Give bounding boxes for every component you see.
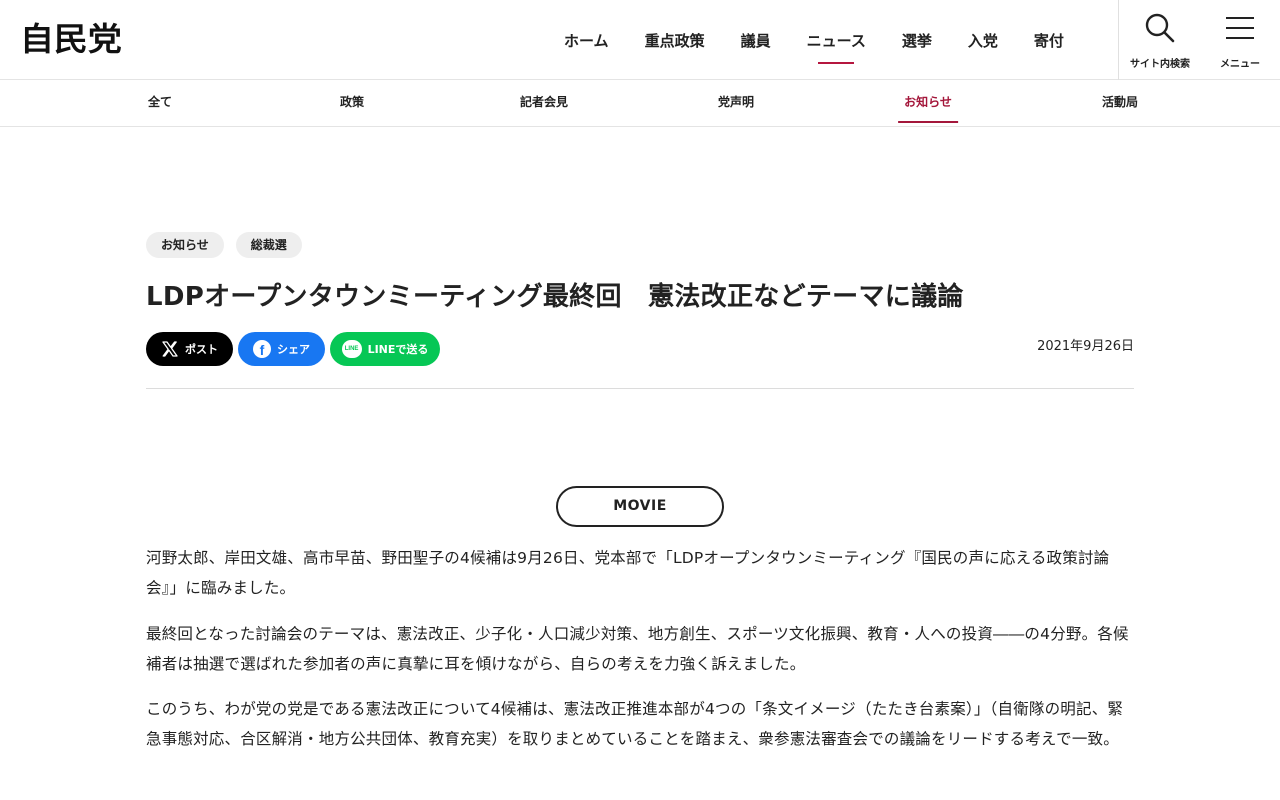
- share-x-label: ポスト: [185, 343, 218, 356]
- tag-presidential-election[interactable]: 総裁選: [235, 232, 302, 258]
- nav-item-election[interactable]: 選挙: [884, 0, 950, 80]
- article-title: LDPオープンタウンミーティング最終回 憲法改正などテーマに議論: [146, 282, 964, 312]
- news-category-nav: 全て 政策 記者会見 党声明 お知らせ 活動局: [0, 81, 1280, 127]
- subnav-item-statement[interactable]: 党声明: [718, 81, 754, 125]
- share-x-button[interactable]: ポスト: [146, 332, 233, 366]
- nav-item-home[interactable]: ホーム: [546, 0, 627, 80]
- article-paragraph: 河野太郎、岸田文雄、高市早苗、野田聖子の4候補は9月26日、党本部で「LDPオー…: [146, 549, 1110, 597]
- article-divider: [146, 388, 1134, 389]
- site-logo[interactable]: 自民党: [20, 21, 122, 57]
- site-header: 自民党 ホーム 重点政策 議員 ニュース 選挙 入党 寄付 サイト内検索 メニュ…: [0, 0, 1280, 80]
- movie-button[interactable]: MOVIE: [556, 486, 724, 527]
- x-logo-icon: [161, 340, 179, 358]
- subnav-item-notice[interactable]: お知らせ: [898, 81, 958, 125]
- share-line-button[interactable]: LINE LINEで送る: [330, 332, 440, 366]
- site-search-button[interactable]: サイト内検索: [1120, 0, 1200, 80]
- subnav-item-press-conference[interactable]: 記者会見: [520, 81, 568, 125]
- subnav-item-all[interactable]: 全て: [148, 81, 172, 125]
- tag-notice[interactable]: お知らせ: [146, 232, 224, 258]
- article-date: 2021年9月26日: [1037, 339, 1134, 354]
- share-buttons: ポスト f シェア LINE LINEで送る: [146, 332, 440, 366]
- menu-button[interactable]: メニュー: [1200, 0, 1280, 80]
- nav-item-members[interactable]: 議員: [723, 0, 789, 80]
- menu-label: メニュー: [1220, 59, 1260, 70]
- nav-item-join[interactable]: 入党: [950, 0, 1016, 80]
- facebook-icon: f: [253, 340, 271, 358]
- header-divider: [1118, 0, 1119, 80]
- article-paragraph: このうち、わが党の党是である憲法改正について4候補は、憲法改正推進本部が4つの「…: [146, 700, 1124, 748]
- nav-item-donate[interactable]: 寄付: [1016, 0, 1082, 80]
- subnav-item-policy[interactable]: 政策: [340, 81, 364, 125]
- nav-item-news[interactable]: ニュース: [789, 0, 884, 80]
- line-icon: LINE: [341, 340, 362, 358]
- article-tags: お知らせ 総裁選: [146, 232, 302, 258]
- share-facebook-label: シェア: [277, 343, 310, 356]
- share-facebook-button[interactable]: f シェア: [238, 332, 325, 366]
- subnav-item-activity[interactable]: 活動局: [1102, 81, 1138, 125]
- share-line-label: LINEで送る: [367, 343, 429, 356]
- hamburger-icon: [1226, 17, 1254, 39]
- global-nav: ホーム 重点政策 議員 ニュース 選挙 入党 寄付: [546, 0, 1082, 80]
- article-paragraph: 最終回となった討論会のテーマは、憲法改正、少子化・人口減少対策、地方創生、スポー…: [146, 625, 1129, 673]
- search-label: サイト内検索: [1130, 59, 1190, 70]
- nav-item-policy[interactable]: 重点政策: [627, 0, 723, 80]
- search-icon: [1145, 13, 1175, 43]
